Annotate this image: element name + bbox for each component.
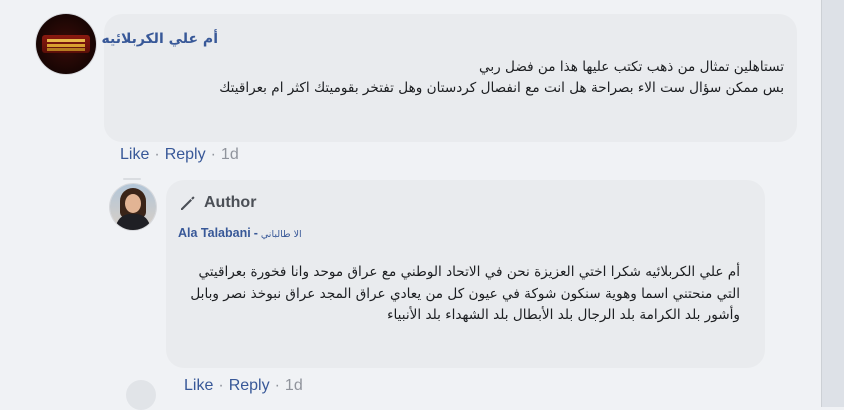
reply-author-avatar[interactable] — [110, 184, 156, 230]
right-scrollbar-track — [821, 0, 844, 407]
author-badge-label: Author — [204, 194, 257, 211]
reply-line-1: أم علي الكربلائيه شكرا اختي العزيزة نحن … — [190, 264, 740, 323]
next-comment-avatar — [126, 380, 156, 410]
like-button[interactable]: Like — [184, 377, 213, 394]
reply-author-name-latin[interactable]: Ala Talabani — [178, 226, 251, 240]
reply-text: أم علي الكربلائيه شكرا اختي العزيزة نحن … — [176, 262, 740, 327]
reply-timestamp[interactable]: 1d — [285, 377, 303, 394]
reply-author-name[interactable]: Ala Talabani - الا طالباني — [178, 226, 302, 240]
like-button[interactable]: Like — [120, 146, 149, 163]
separator-dot: · — [154, 146, 160, 163]
comment-text: تستاهلين تمثال من ذهب تكتب عليها هذا من … — [106, 57, 784, 99]
reply-button[interactable]: Reply — [229, 377, 270, 394]
reply-author-name-native[interactable]: الا طالباني — [261, 229, 302, 240]
comment-line-1: تستاهلين تمثال من ذهب تكتب عليها هذا من … — [479, 59, 784, 75]
name-separator: - — [253, 226, 258, 240]
pencil-icon — [181, 196, 195, 210]
comment-timestamp[interactable]: 1d — [221, 146, 239, 163]
comment-actions: Like · Reply · 1d — [120, 146, 239, 164]
thread-connector — [123, 178, 141, 180]
separator-dot: · — [274, 377, 280, 394]
avatar-logo-image — [42, 35, 90, 53]
commenter-name[interactable]: أم علي الكربلائيه — [101, 31, 218, 47]
reply-button[interactable]: Reply — [165, 146, 206, 163]
separator-dot: · — [210, 146, 216, 163]
reply-actions: Like · Reply · 1d — [184, 377, 303, 395]
separator-dot: · — [218, 377, 224, 394]
comment-line-2: بس ممكن سؤال ست الاء بصراحة هل انت مع ان… — [219, 80, 784, 96]
author-badge: Author — [178, 192, 256, 214]
commenter-avatar[interactable] — [36, 14, 96, 74]
